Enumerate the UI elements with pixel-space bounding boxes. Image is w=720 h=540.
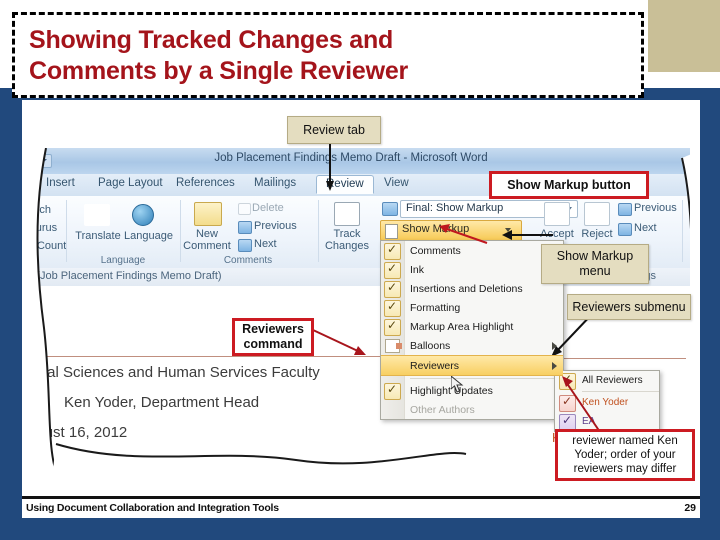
checkmark-icon — [384, 299, 401, 317]
footer-rule — [22, 496, 700, 499]
menu-item-label: Ink — [410, 263, 425, 276]
checkmark-icon — [384, 242, 401, 260]
callout-reviewers-command: Reviewers command — [232, 318, 314, 356]
checkmark-icon — [384, 280, 401, 298]
slide-page-number: 29 — [684, 502, 696, 514]
menu-item-insertions-and-deletions[interactable]: Insertions and Deletions — [381, 279, 563, 298]
menu-item-label: Other Authors — [410, 403, 475, 416]
balloons-icon — [385, 339, 402, 353]
menu-item-label: Comments — [410, 244, 461, 257]
menu-item-label: Balloons — [410, 339, 451, 352]
background-bottom-bar — [0, 518, 720, 540]
menu-item-label: Highlight Updates — [410, 384, 493, 397]
callout-show-markup-button: Show Markup button — [489, 171, 649, 199]
callout-reviewers-submenu: Reviewers submenu — [567, 294, 691, 320]
menu-item-markup-area-highlight[interactable]: Markup Area Highlight — [381, 317, 563, 336]
callout-reviewers-command-line2: command — [243, 337, 303, 351]
menu-item-label: Insertions and Deletions — [410, 282, 523, 295]
submenu-arrow-icon — [552, 342, 557, 350]
menu-item-other-authors: Other Authors — [381, 400, 563, 419]
callout-reviewers-submenu-label: Reviewers submenu — [572, 299, 686, 314]
callout-ken-yoder-note: reviewer named Ken Yoder; order of your … — [555, 429, 695, 481]
menu-item-highlight-updates[interactable]: Highlight Updates — [381, 381, 563, 400]
callout-ken-yoder-note-label: reviewer named Ken Yoder; order of your … — [572, 435, 678, 475]
menu-item-ink[interactable]: Ink — [381, 260, 563, 279]
slide-title: Showing Tracked Changes and Comments by … — [12, 12, 644, 98]
slide-title-line-1: Showing Tracked Changes and — [29, 26, 394, 54]
background-left-bar — [0, 88, 22, 518]
presentation-slide: Showing Tracked Changes and Comments by … — [0, 0, 720, 540]
menu-item-balloons[interactable]: Balloons — [381, 336, 563, 355]
checkmark-icon — [384, 318, 401, 336]
footer-text: Using Document Collaboration and Integra… — [26, 502, 279, 514]
callout-review-tab-label: Review tab — [303, 122, 365, 137]
menu-item-formatting[interactable]: Formatting — [381, 298, 563, 317]
callout-show-markup-menu-line2: menu — [579, 264, 611, 278]
callout-review-tab: Review tab — [287, 116, 381, 144]
submenu-arrow-icon — [552, 362, 557, 370]
callout-show-markup-menu-line1: Show Markup — [556, 249, 634, 263]
menu-item-comments[interactable]: Comments — [381, 241, 563, 260]
callout-show-markup-button-label: Show Markup button — [507, 177, 631, 192]
slide-title-line-2: Comments by a Single Reviewer — [29, 57, 409, 85]
menu-item-label: Reviewers — [410, 359, 460, 372]
menu-item-label: Markup Area Highlight — [410, 320, 514, 333]
menu-item-label: Formatting — [410, 301, 461, 314]
show-markup-menu[interactable]: Comments Ink Insertions and Deletions Fo… — [380, 240, 564, 420]
menu-item-reviewers[interactable]: Reviewers — [381, 355, 563, 376]
checkmark-icon — [384, 261, 401, 279]
callout-reviewers-command-line1: Reviewers — [242, 322, 304, 336]
checkmark-icon — [384, 382, 401, 400]
background-right-bar — [700, 88, 720, 540]
